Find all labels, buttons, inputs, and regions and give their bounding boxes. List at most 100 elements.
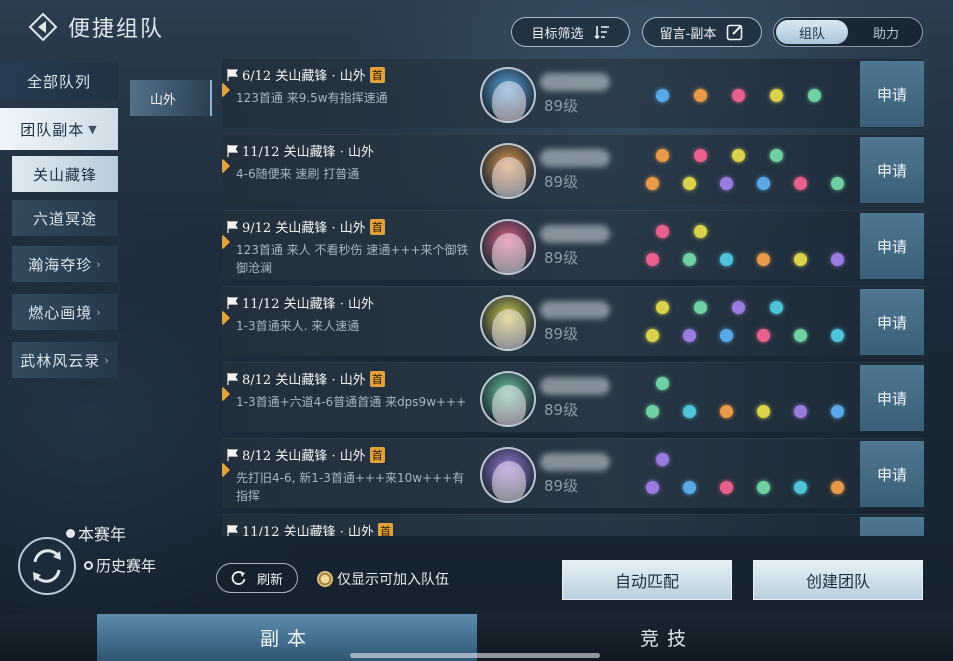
class-icon <box>757 481 770 494</box>
nav-wulin[interactable]: 武林风云录 › <box>12 342 118 378</box>
class-icon <box>732 89 745 102</box>
edit-icon <box>727 24 743 41</box>
nav-liudao[interactable]: 六道冥途 <box>12 200 118 236</box>
season-current-label: 本赛年 <box>78 525 127 544</box>
create-team-button[interactable]: 创建团队 <box>753 560 923 600</box>
first-clear-badge: 首 <box>378 522 393 536</box>
team-title-text: 11/12 关山藏锋 · 山外 <box>242 297 374 312</box>
team-row: 11/12 关山藏锋 · 山外首 申请 <box>222 514 924 536</box>
class-icon <box>831 177 844 190</box>
class-icon <box>794 177 807 190</box>
team-title: 11/12 关山藏锋 · 山外 <box>226 141 374 160</box>
nav-all-queues[interactable]: 全部队列 <box>0 62 118 100</box>
team-title-text: 11/12 关山藏锋 · 山外 <box>242 145 374 160</box>
season-current-option[interactable]: 本赛年 <box>66 521 126 545</box>
nav-hanhai[interactable]: 瀚海夺珍 › <box>12 246 118 282</box>
member-class-icons <box>646 377 856 425</box>
leader-level: 89级 <box>544 325 579 343</box>
class-icon <box>770 149 783 162</box>
member-class-icons <box>646 225 856 273</box>
class-icon <box>656 301 669 314</box>
team-title: 8/12 关山藏锋 · 山外首 <box>226 445 385 464</box>
leader-avatar <box>480 219 536 275</box>
leader-name-redacted <box>540 301 610 319</box>
note-marker-icon <box>222 463 230 477</box>
flag-icon <box>227 296 239 309</box>
apply-button[interactable]: 申请 <box>860 441 924 507</box>
team-note: 123首通 来人 不看秒伤 速通+++来个御铁 御沧澜 <box>236 243 469 275</box>
nav-label: 关山藏锋 <box>32 165 97 184</box>
team-title: 8/12 关山藏锋 · 山外首 <box>226 369 385 388</box>
flag-icon <box>227 448 239 461</box>
nav-label: 瀚海夺珍 <box>28 255 93 274</box>
class-icon <box>757 177 770 190</box>
back-icon[interactable] <box>28 12 58 42</box>
member-class-icons <box>646 301 856 349</box>
season-history-label: 历史赛年 <box>96 557 157 575</box>
class-icon <box>720 481 733 494</box>
only-joinable-label: 仅显示可加入队伍 <box>337 572 449 588</box>
class-icon <box>646 329 659 342</box>
class-icon <box>656 453 669 466</box>
class-icon <box>732 149 745 162</box>
class-icon <box>831 253 844 266</box>
member-class-icons <box>646 453 856 501</box>
team-title: 9/12 关山藏锋 · 山外首 <box>226 217 385 236</box>
class-icon <box>656 149 669 162</box>
class-icon <box>732 301 745 314</box>
class-icon <box>656 225 669 238</box>
auto-match-button[interactable]: 自动匹配 <box>562 560 732 600</box>
first-clear-badge: 首 <box>369 446 385 463</box>
nav-ranxin[interactable]: 燃心画境 › <box>12 294 118 330</box>
refresh-button[interactable]: 刷新 <box>216 563 298 593</box>
first-clear-badge: 首 <box>369 370 385 387</box>
class-icon <box>683 481 696 494</box>
note-marker-icon <box>222 235 230 249</box>
refresh-icon <box>231 571 246 585</box>
class-icon <box>831 329 844 342</box>
class-icon <box>646 481 659 494</box>
class-icon <box>831 405 844 418</box>
class-icon <box>646 177 659 190</box>
region-tab-shanwai[interactable]: 山外 <box>130 80 212 116</box>
filter-list-icon <box>593 26 609 39</box>
leader-level: 89级 <box>544 477 579 495</box>
class-icon <box>757 405 770 418</box>
flag-icon <box>227 68 239 81</box>
target-filter-label: 目标筛选 <box>531 26 584 42</box>
note-marker-icon <box>222 311 230 325</box>
nav-label: 六道冥途 <box>32 209 97 228</box>
apply-button[interactable]: 申请 <box>860 517 924 536</box>
class-icon <box>683 253 696 266</box>
leader-level: 89级 <box>544 97 579 115</box>
nav-label: 武林风云录 <box>20 351 101 370</box>
apply-button[interactable]: 申请 <box>860 213 924 279</box>
radio-icon <box>317 571 333 587</box>
class-icon <box>683 329 696 342</box>
class-icon <box>694 149 707 162</box>
team-list[interactable]: 6/12 关山藏锋 · 山外首 123首通 来9.5w有指挥速通 89级 申请 11/1… <box>222 40 924 536</box>
class-icon <box>646 253 659 266</box>
leader-name-redacted <box>540 73 610 91</box>
leader-name-redacted <box>540 149 610 167</box>
class-icon <box>656 377 669 390</box>
leader-name-redacted <box>540 225 610 243</box>
season-history-option[interactable]: 历史赛年 <box>84 555 156 576</box>
apply-button[interactable]: 申请 <box>860 61 924 127</box>
class-icon <box>770 301 783 314</box>
class-icon <box>694 89 707 102</box>
chevron-right-icon: › <box>104 353 110 367</box>
nav-guanshan[interactable]: 关山藏锋 <box>12 156 118 192</box>
leader-name-redacted <box>540 453 610 471</box>
apply-button[interactable]: 申请 <box>860 365 924 431</box>
apply-button[interactable]: 申请 <box>860 289 924 355</box>
only-joinable-toggle[interactable]: 仅显示可加入队伍 <box>317 569 449 589</box>
leader-avatar <box>480 295 536 351</box>
flag-icon <box>227 372 239 385</box>
member-class-icons <box>646 529 856 536</box>
nav-team-dungeon[interactable]: 团队副本 ▼ <box>0 108 118 150</box>
team-title-text: 11/12 关山藏锋 · 山外 <box>242 525 374 536</box>
team-title: 6/12 关山藏锋 · 山外首 <box>226 65 385 84</box>
apply-button[interactable]: 申请 <box>860 137 924 203</box>
class-icon <box>794 329 807 342</box>
